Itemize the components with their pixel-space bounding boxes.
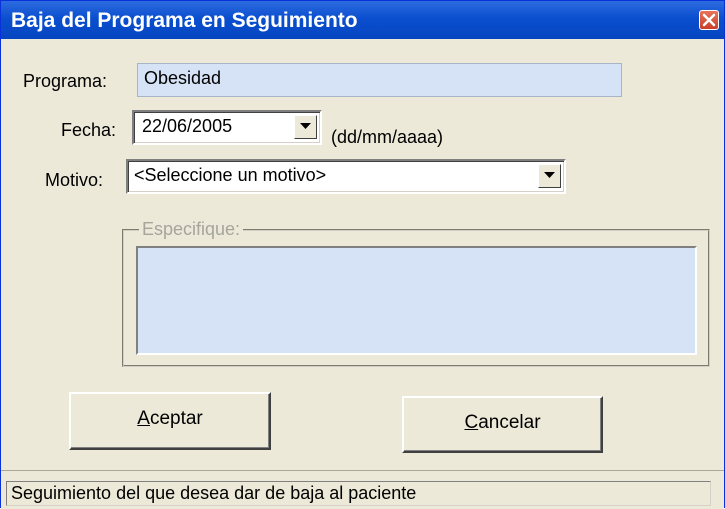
fecha-value: 22/06/2005	[142, 116, 233, 136]
window-title: Baja del Programa en Seguimiento	[11, 9, 358, 32]
fecha-label: Fecha:	[61, 120, 117, 140]
programa-field: Obesidad	[137, 63, 622, 97]
programa-value: Obesidad	[144, 68, 222, 88]
chevron-down-icon	[300, 123, 311, 129]
motivo-select[interactable]: <Seleccione un motivo>	[126, 159, 566, 194]
close-icon	[702, 13, 716, 27]
motivo-value: <Seleccione un motivo>	[134, 165, 327, 185]
close-button[interactable]	[699, 10, 719, 30]
status-bar: Seguimiento del que desea dar de baja al…	[1, 470, 724, 509]
title-bar[interactable]: Baja del Programa en Seguimiento	[1, 1, 724, 39]
aceptar-button[interactable]: Aceptar	[69, 392, 271, 450]
aceptar-label: Aceptar	[137, 408, 203, 429]
fecha-combobox[interactable]: 22/06/2005	[132, 110, 322, 145]
fecha-dropdown-button[interactable]	[294, 115, 317, 139]
programa-label: Programa:	[23, 71, 108, 91]
cancelar-label: Cancelar	[464, 412, 541, 433]
status-text: Seguimiento del que desea dar de baja al…	[6, 481, 711, 506]
motivo-dropdown-button[interactable]	[538, 164, 561, 188]
especifique-label: Especifique:	[139, 219, 244, 240]
motivo-label: Motivo:	[45, 170, 104, 190]
chevron-down-icon	[544, 172, 555, 178]
cancelar-button[interactable]: Cancelar	[402, 396, 603, 453]
especifique-textarea[interactable]	[136, 246, 697, 355]
dialog-window: Baja del Programa en Seguimiento Program…	[0, 0, 725, 509]
fecha-format-hint: (dd/mm/aaaa)	[331, 127, 444, 147]
